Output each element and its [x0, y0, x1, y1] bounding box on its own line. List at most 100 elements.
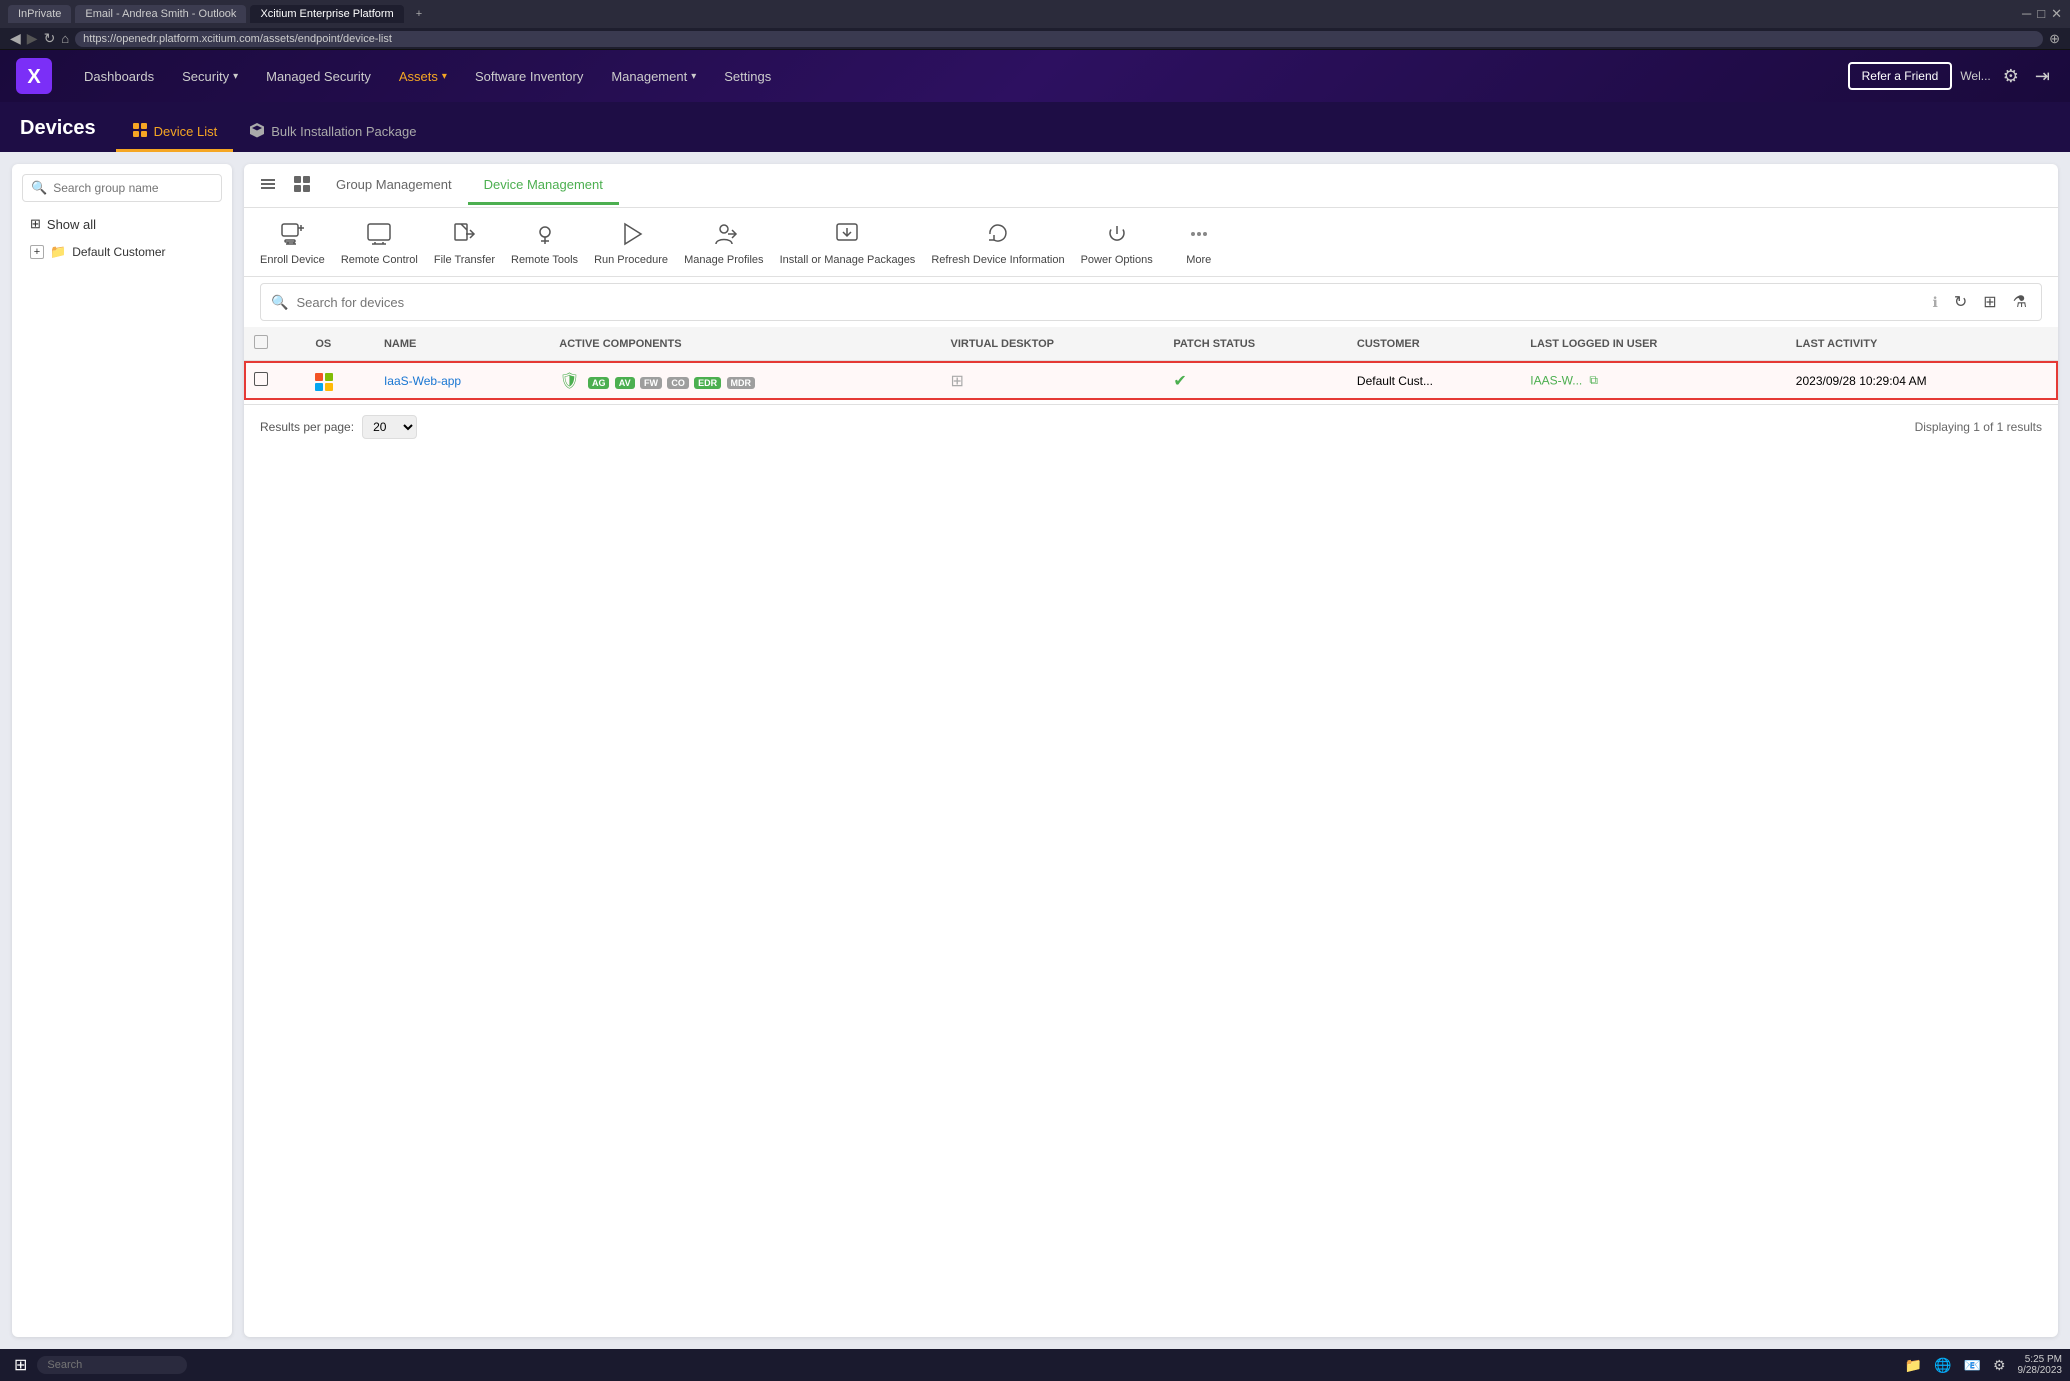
device-search-input[interactable]	[296, 295, 1920, 310]
expand-icon[interactable]: +	[30, 245, 44, 259]
info-icon[interactable]: ℹ	[1929, 292, 1942, 313]
file-transfer-label: File Transfer	[434, 254, 495, 266]
toggle-sidebar-btn[interactable]	[260, 172, 284, 199]
settings-icon[interactable]: ⚙	[1999, 62, 2023, 91]
nav-items: Dashboards Security ▾ Managed Security A…	[72, 63, 1848, 90]
col-active-components[interactable]: ACTIVE COMPONENTS	[549, 327, 940, 361]
show-all-item[interactable]: ⊞ Show all	[22, 210, 222, 238]
search-right-actions: ℹ ↻ ⊞ ⚗	[1929, 290, 2031, 314]
col-patch-status[interactable]: PATCH STATUS	[1163, 327, 1347, 361]
col-last-activity[interactable]: LAST ACTIVITY	[1786, 327, 2058, 361]
agent-icon: 🛡	[559, 373, 579, 390]
select-all-checkbox[interactable]	[254, 335, 268, 349]
logged-user-link[interactable]: IAAS-W...	[1530, 373, 1582, 387]
nav-assets[interactable]: Assets ▾	[387, 63, 459, 90]
tab-bulk-installation[interactable]: Bulk Installation Package	[233, 114, 432, 152]
home-btn[interactable]: ⌂	[61, 31, 69, 46]
sidebar: 🔍 ⊞ Show all + 📁 Default Customer	[12, 164, 232, 1337]
badge-ag: AG	[588, 377, 610, 389]
assets-dropdown-icon: ▾	[442, 71, 447, 82]
col-customer[interactable]: CUSTOMER	[1347, 327, 1520, 361]
file-transfer-btn[interactable]: File Transfer	[434, 218, 495, 266]
taskbar-browser-icon[interactable]: 🌐	[1930, 1355, 1955, 1376]
show-all-icon: ⊞	[30, 216, 41, 232]
refresh-btn[interactable]: ↻	[44, 30, 56, 47]
management-dropdown-icon: ▾	[691, 71, 696, 82]
nav-dashboards[interactable]: Dashboards	[72, 63, 166, 90]
minimize-btn[interactable]: ─	[2022, 6, 2031, 22]
manage-profiles-btn[interactable]: Manage Profiles	[684, 218, 764, 266]
row-checkbox-cell	[244, 361, 305, 400]
results-per-page-label: Results per page:	[260, 420, 354, 434]
results-info: Displaying 1 of 1 results	[1915, 420, 2042, 434]
row-name-cell: IaaS-Web-app	[374, 361, 549, 400]
nav-managed-security[interactable]: Managed Security	[254, 63, 383, 90]
tab-device-management[interactable]: Device Management	[468, 167, 619, 205]
address-bar: ◀ ▶ ↻ ⌂ ⊕	[0, 28, 2070, 50]
package-icon	[249, 122, 265, 141]
tab-email[interactable]: Email - Andrea Smith - Outlook	[75, 5, 246, 23]
tab-device-list[interactable]: Device List	[116, 114, 234, 152]
tab-inprivate[interactable]: InPrivate	[8, 5, 71, 23]
svg-text:X: X	[27, 66, 41, 88]
virtual-desktop-icon: ⊞	[950, 373, 963, 390]
more-btn[interactable]: More	[1169, 218, 1229, 266]
install-packages-label: Install or Manage Packages	[780, 254, 916, 266]
col-last-logged-user[interactable]: LAST LOGGED IN USER	[1520, 327, 1786, 361]
file-transfer-icon	[448, 218, 480, 250]
row-checkbox[interactable]	[254, 372, 268, 386]
row-logged-user-cell: IAAS-W... ⧉	[1520, 361, 1786, 400]
refresh-device-btn[interactable]: Refresh Device Information	[931, 218, 1064, 266]
last-activity-value: 2023/09/28 10:29:04 AM	[1796, 374, 1927, 388]
start-button[interactable]: ⊞	[8, 1353, 33, 1377]
filter-icon[interactable]: ⚗	[2009, 290, 2031, 314]
remote-tools-btn[interactable]: Remote Tools	[511, 218, 578, 266]
tab-group-management[interactable]: Group Management	[320, 167, 468, 205]
panel-nav-icon	[292, 174, 312, 197]
back-btn[interactable]: ◀	[10, 30, 21, 47]
col-os[interactable]: OS	[305, 327, 374, 361]
refresh-list-icon[interactable]: ↻	[1950, 290, 1971, 314]
close-btn[interactable]: ✕	[2051, 6, 2062, 22]
taskbar-file-icon[interactable]: 📁	[1901, 1355, 1926, 1376]
logout-icon[interactable]: ⇥	[2031, 62, 2054, 91]
tab-xcitium[interactable]: Xcitium Enterprise Platform	[250, 5, 403, 23]
power-options-icon	[1101, 218, 1133, 250]
badge-fw: FW	[640, 377, 662, 389]
badge-mdr: MDR	[727, 377, 756, 389]
run-procedure-label: Run Procedure	[594, 254, 668, 266]
patch-status-ok-icon: ✔	[1173, 373, 1186, 390]
taskbar-search[interactable]	[37, 1356, 187, 1374]
power-options-btn[interactable]: Power Options	[1081, 218, 1153, 266]
col-name[interactable]: NAME	[374, 327, 549, 361]
maximize-btn[interactable]: □	[2037, 6, 2045, 22]
refer-friend-button[interactable]: Refer a Friend	[1848, 62, 1953, 90]
new-tab-btn[interactable]: +	[408, 5, 430, 23]
enroll-device-btn[interactable]: Enroll Device	[260, 218, 325, 266]
nav-management[interactable]: Management ▾	[599, 63, 708, 90]
show-all-label: Show all	[47, 217, 96, 232]
nav-security[interactable]: Security ▾	[170, 63, 250, 90]
device-name-link[interactable]: IaaS-Web-app	[384, 374, 461, 388]
col-virtual-desktop[interactable]: VIRTUAL DESKTOP	[940, 327, 1163, 361]
sub-nav-tabs: Device List Bulk Installation Package	[116, 114, 433, 152]
windows-os-icon	[315, 373, 333, 391]
remote-tools-icon	[529, 218, 561, 250]
tree-item-default-customer[interactable]: + 📁 Default Customer	[22, 238, 222, 266]
forward-btn[interactable]: ▶	[27, 30, 38, 47]
refresh-device-label: Refresh Device Information	[931, 254, 1064, 266]
results-per-page-select[interactable]: 20 50 100	[362, 415, 417, 439]
address-input[interactable]	[75, 31, 2043, 47]
remote-control-btn[interactable]: Remote Control	[341, 218, 418, 266]
group-search-input[interactable]	[53, 181, 213, 195]
nav-settings[interactable]: Settings	[712, 63, 783, 90]
taskbar-settings-icon[interactable]: ⚙	[1989, 1355, 2010, 1376]
copy-user-icon[interactable]: ⧉	[1586, 373, 1602, 389]
row-virtual-desktop-cell: ⊞	[940, 361, 1163, 400]
taskbar-mail-icon[interactable]: 📧	[1960, 1355, 1985, 1376]
nav-software-inventory[interactable]: Software Inventory	[463, 63, 595, 90]
extensions-btn[interactable]: ⊕	[2049, 31, 2060, 47]
install-packages-btn[interactable]: Install or Manage Packages	[780, 218, 916, 266]
run-procedure-btn[interactable]: Run Procedure	[594, 218, 668, 266]
filter-columns-icon[interactable]: ⊞	[1979, 290, 2000, 314]
